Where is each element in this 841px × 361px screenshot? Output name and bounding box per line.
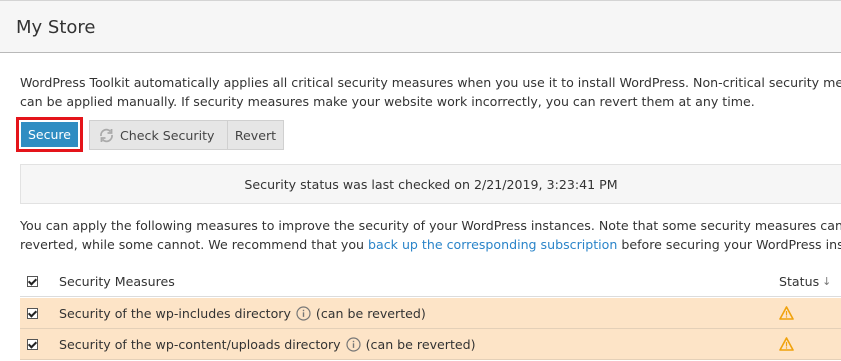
table-header: Security Measures Status ↓	[20, 266, 841, 297]
secure-button-highlight: Secure	[16, 117, 83, 152]
revert-button[interactable]: Revert	[227, 120, 284, 150]
status-header-label: Status	[779, 273, 820, 289]
note-line-1: You can apply the following measures to …	[20, 218, 841, 233]
refresh-icon	[100, 128, 113, 142]
intro-text: WordPress Toolkit automatically applies …	[20, 73, 841, 111]
select-all-checkbox[interactable]	[27, 275, 38, 287]
column-header-status[interactable]: Status ↓	[779, 274, 831, 289]
warning-icon	[779, 306, 794, 320]
measure-revertable: (can be reverted)	[315, 305, 426, 321]
security-status-text: Security status was last checked on 2/21…	[244, 176, 618, 192]
table-row[interactable]: Security of the wp-includes directory (c…	[20, 298, 841, 329]
note-line-2-start: reverted, while some cannot. We recommen…	[20, 237, 369, 252]
measure-label: Security of the wp-includes directory	[59, 305, 291, 321]
column-header-measures: Security Measures	[59, 273, 175, 289]
measures-note: You can apply the following measures to …	[20, 216, 841, 254]
measure-label: Security of the wp-content/uploads direc…	[59, 336, 341, 352]
row-checkbox[interactable]	[27, 307, 38, 319]
measure-revertable: (can be reverted)	[365, 336, 476, 352]
note-line-2: reverted, while some cannot. We recommen…	[20, 235, 841, 254]
sort-arrow-icon: ↓	[822, 274, 832, 288]
intro-line-2: can be applied manually. If security mea…	[20, 94, 755, 109]
backup-subscription-link[interactable]: back up the corresponding subscription	[368, 237, 617, 252]
intro-line-1: WordPress Toolkit automatically applies …	[20, 75, 841, 90]
page-title: My Store	[16, 17, 96, 38]
measure-cell: Security of the wp-includes directory (c…	[59, 306, 426, 321]
page-header: My Store	[0, 1, 841, 53]
measure-cell: Security of the wp-content/uploads direc…	[59, 337, 476, 352]
check-security-button[interactable]: Check Security	[89, 120, 231, 150]
warning-icon	[779, 337, 794, 351]
secure-button[interactable]: Secure	[21, 122, 78, 147]
table-row[interactable]: Security of the wp-content/uploads direc…	[20, 329, 841, 360]
check-security-label: Check Security	[120, 127, 215, 143]
note-line-2-end: before securing your WordPress instances…	[621, 237, 841, 252]
row-checkbox[interactable]	[27, 338, 38, 350]
info-icon[interactable]	[346, 336, 361, 352]
info-icon[interactable]	[296, 305, 311, 321]
security-status-box: Security status was last checked on 2/21…	[20, 164, 841, 204]
